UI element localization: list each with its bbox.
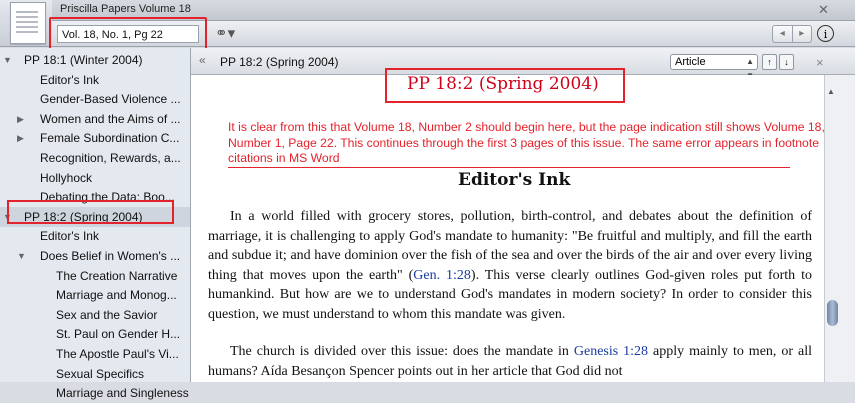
disclosure-open-icon[interactable]: ▼: [17, 246, 26, 266]
toc-article-item[interactable]: ▶ Female Subordination C...: [0, 128, 188, 148]
annotation-underline: [228, 167, 790, 168]
toc-article-item[interactable]: Recognition, Rewards, a...: [0, 148, 188, 168]
tab-title[interactable]: Priscilla Papers Volume 18: [60, 3, 191, 15]
info-icon[interactable]: i: [817, 25, 834, 42]
toc-item-label: Editor's Ink: [40, 72, 99, 87]
toc-article-item[interactable]: ▶ Women and the Aims of ...: [0, 109, 188, 129]
annotation-highlight-box: [7, 200, 174, 224]
toc-item-label: St. Paul on Gender H...: [56, 327, 181, 342]
toc-article-item[interactable]: ▼ Does Belief in Women's ...: [0, 246, 188, 266]
annotation-highlight-box: [385, 68, 625, 103]
collapse-sidebar-button[interactable]: «: [199, 53, 206, 67]
document-icon[interactable]: [10, 2, 46, 44]
back-button[interactable]: ◂: [773, 26, 793, 42]
content-header-title: PP 18:2 (Spring 2004): [220, 55, 339, 69]
toc-article-item[interactable]: Editor's Ink: [0, 70, 188, 90]
toc-item-label: Marriage and Singleness: [56, 386, 189, 401]
history-nav[interactable]: ◂ ▸: [772, 25, 812, 43]
parallel-resources-icon[interactable]: ⚭▾: [215, 25, 243, 43]
forward-button[interactable]: ▸: [793, 26, 812, 42]
close-panel-icon[interactable]: ×: [816, 55, 824, 70]
annotation-note: It is clear from this that Volume 18, Nu…: [228, 120, 825, 165]
toc-article-item[interactable]: The Apostle Paul's Vi...: [0, 344, 188, 364]
previous-section-button[interactable]: ↑: [762, 54, 777, 70]
toc-item-label: Hollyhock: [40, 170, 93, 185]
toc-item-label: Sex and the Savior: [56, 307, 158, 322]
bible-reference-link[interactable]: Gen. 1:28: [413, 268, 471, 283]
disclosure-closed-icon[interactable]: ▶: [17, 109, 24, 129]
toc-article-item[interactable]: St. Paul on Gender H...: [0, 324, 188, 344]
article-paragraph: In a world filled with grocery stores, p…: [208, 207, 812, 324]
toc-item-label: Female Subordination C...: [40, 131, 180, 146]
toc-article-item[interactable]: The Creation Narrative: [0, 266, 188, 286]
disclosure-closed-icon[interactable]: ▶: [17, 128, 24, 148]
scroll-thumb[interactable]: [827, 300, 838, 326]
view-select-value: Article: [675, 56, 706, 68]
toc-item-label: Does Belief in Women's ...: [40, 249, 181, 263]
paragraph-text: The church is divided over this issue: d…: [230, 344, 574, 359]
toc-item-label: Marriage and Monog...: [56, 288, 177, 303]
disclosure-open-icon[interactable]: ▼: [3, 50, 12, 70]
toc-item-label: The Creation Narrative: [56, 268, 178, 283]
toc-item-label: Sexual Specifics: [56, 366, 145, 381]
toc-item-label: Editor's Ink: [40, 229, 99, 244]
section-title: Editor's Ink: [458, 170, 571, 190]
toc-item-label: Recognition, Rewards, a...: [40, 151, 181, 165]
toc-item-label: Gender-Based Violence ...: [40, 92, 181, 107]
toc-article-item[interactable]: Marriage and Monog...: [0, 285, 188, 305]
article-paragraph: The church is divided over this issue: d…: [208, 342, 812, 381]
scroll-up-icon[interactable]: ▲: [827, 87, 835, 96]
next-section-button[interactable]: ↓: [779, 54, 794, 70]
view-select[interactable]: Article ▲▼: [670, 54, 758, 80]
toc-item-label: PP 18:1 (Winter 2004): [24, 53, 143, 67]
toc-item-label: The Apostle Paul's Vi...: [56, 347, 179, 361]
toc-article-item[interactable]: Hollyhock: [0, 168, 188, 188]
toc-article-item[interactable]: Sexual Specifics: [0, 364, 188, 384]
toc-article-item[interactable]: Marriage and Singleness: [0, 383, 189, 403]
toc-article-item[interactable]: Gender-Based Violence ...: [0, 89, 188, 109]
toc-article-item[interactable]: Sex and the Savior: [0, 305, 188, 325]
toc-article-item[interactable]: Editor's Ink: [0, 226, 188, 246]
toc-item-label: Women and the Aims of ...: [40, 111, 181, 126]
toc-issue-item[interactable]: ▼ PP 18:1 (Winter 2004): [0, 50, 188, 70]
close-tab-icon[interactable]: ✕: [818, 2, 829, 18]
bible-reference-link[interactable]: Genesis 1:28: [574, 344, 648, 359]
